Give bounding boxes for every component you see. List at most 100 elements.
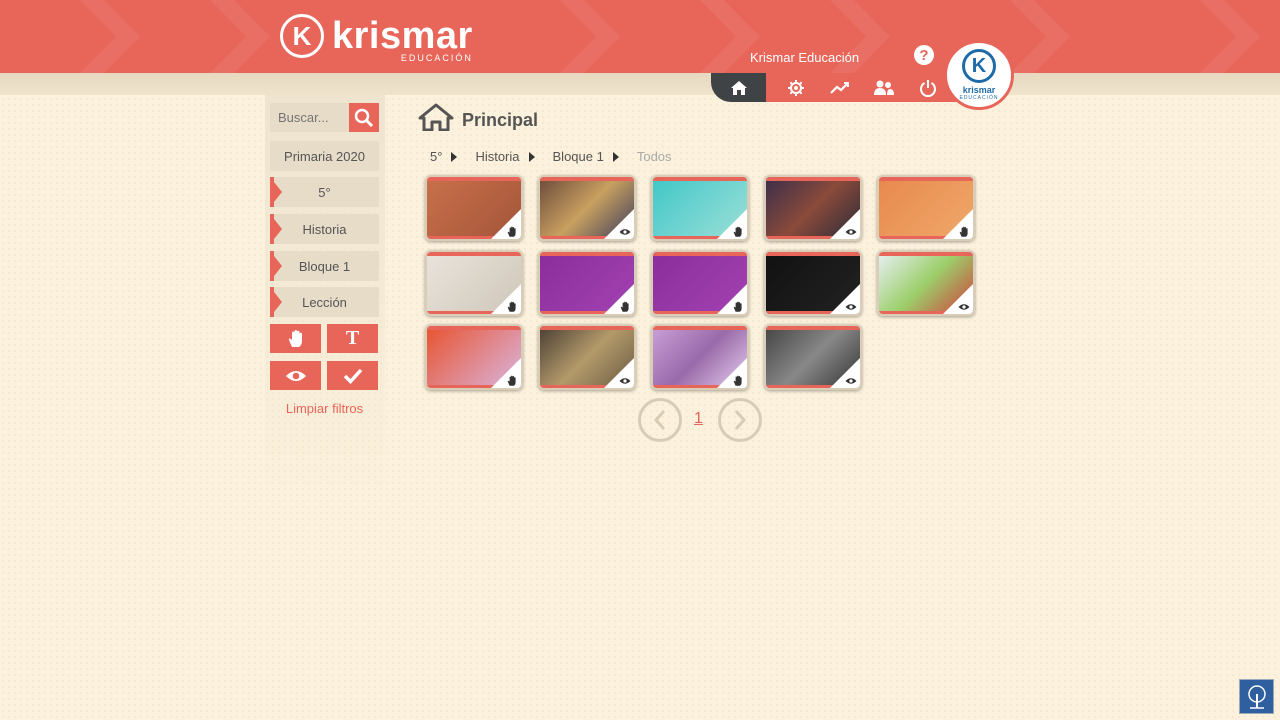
resource-card[interactable] xyxy=(538,324,636,390)
institution-logo xyxy=(1239,679,1274,714)
nav-settings-button[interactable] xyxy=(774,73,818,102)
page-heading: Principal xyxy=(418,103,538,131)
filter-interactive-button[interactable] xyxy=(270,324,321,353)
filter-grade[interactable]: 5° xyxy=(270,177,379,207)
breadcrumb-label: 5° xyxy=(430,149,443,164)
nav-stats-button[interactable] xyxy=(818,73,862,102)
resource-card[interactable] xyxy=(651,250,749,316)
card-top-bar xyxy=(427,177,521,181)
card-top-bar xyxy=(540,177,634,181)
card-progress-bar xyxy=(879,236,949,239)
filter-label: Primaria 2020 xyxy=(284,148,365,164)
caret-right-icon xyxy=(612,151,619,162)
eye-icon xyxy=(845,225,857,237)
page-number[interactable]: 1 xyxy=(694,410,703,428)
filter-lesson[interactable]: Lección xyxy=(270,287,379,317)
card-progress-bar xyxy=(540,385,610,388)
filter-check-button[interactable] xyxy=(327,361,378,390)
hand-icon xyxy=(732,374,744,386)
header-decoration xyxy=(1010,0,1070,73)
filter-label: Lección xyxy=(302,294,347,310)
hand-icon xyxy=(732,300,744,312)
pager-next-button[interactable] xyxy=(718,398,762,442)
card-top-bar xyxy=(766,177,860,181)
resource-card[interactable] xyxy=(764,175,862,241)
card-top-bar xyxy=(653,177,747,181)
main-nav xyxy=(711,73,961,102)
help-icon[interactable]: ? xyxy=(914,45,934,65)
resource-card[interactable] xyxy=(425,324,523,390)
hand-icon xyxy=(619,300,631,312)
pager-prev-button[interactable] xyxy=(638,398,682,442)
resource-card[interactable] xyxy=(651,324,749,390)
nav-users-button[interactable] xyxy=(862,73,906,102)
header-decoration xyxy=(1200,0,1260,73)
card-progress-bar xyxy=(427,385,497,388)
resource-card[interactable] xyxy=(425,250,523,316)
filter-view-button[interactable] xyxy=(270,361,321,390)
power-icon xyxy=(920,79,936,97)
card-top-bar xyxy=(427,326,521,330)
resource-card[interactable] xyxy=(764,250,862,316)
resource-card[interactable] xyxy=(877,175,975,241)
search-button[interactable] xyxy=(349,103,379,132)
breadcrumb-label: Bloque 1 xyxy=(552,149,604,164)
header-decoration xyxy=(210,0,270,73)
card-progress-bar xyxy=(540,236,610,239)
card-progress-bar xyxy=(427,311,497,314)
card-top-bar xyxy=(540,252,634,256)
filter-text-button[interactable]: T xyxy=(327,324,378,353)
card-top-bar xyxy=(653,252,747,256)
check-icon xyxy=(343,368,362,384)
breadcrumb-item[interactable]: 5° xyxy=(430,149,458,164)
breadcrumb-item[interactable]: Bloque 1 xyxy=(553,149,619,164)
card-progress-bar xyxy=(766,385,836,388)
chart-icon xyxy=(830,81,849,94)
card-top-bar xyxy=(540,326,634,330)
k-logo-icon: K xyxy=(962,49,996,83)
breadcrumb-label: Historia xyxy=(475,149,520,164)
card-progress-bar xyxy=(427,236,497,239)
card-top-bar xyxy=(879,177,973,181)
breadcrumb-item-current: Todos xyxy=(637,149,672,164)
subheader-bar xyxy=(0,73,1280,95)
nav-home-button[interactable] xyxy=(711,73,766,102)
krismar-logo[interactable]: K krismar EDUCACIÓN xyxy=(280,12,473,63)
search-icon xyxy=(354,108,374,127)
card-progress-bar xyxy=(879,311,949,314)
page-title: Principal xyxy=(462,110,539,130)
card-progress-bar xyxy=(653,385,723,388)
filter-subject[interactable]: Historia xyxy=(270,214,379,244)
resource-card[interactable] xyxy=(425,175,523,241)
caret-right-icon xyxy=(451,151,458,162)
eye-icon xyxy=(285,370,306,381)
avatar-sub: EDUCACIÓN xyxy=(959,95,999,101)
brand-sub: EDUCACIÓN xyxy=(400,53,473,63)
resource-card[interactable] xyxy=(538,175,636,241)
filter-label: Historia xyxy=(302,221,347,237)
text-icon: T xyxy=(345,327,360,349)
search-input[interactable] xyxy=(270,103,350,132)
resource-card[interactable] xyxy=(538,250,636,316)
filter-level[interactable]: Primaria 2020 xyxy=(270,141,379,171)
card-top-bar xyxy=(427,252,521,256)
avatar[interactable]: K krismar EDUCACIÓN xyxy=(944,40,1014,110)
k-logo-icon: K xyxy=(280,14,324,58)
eye-icon xyxy=(958,300,970,312)
chevron-left-icon xyxy=(653,410,666,430)
card-progress-bar xyxy=(540,311,610,314)
resource-card[interactable] xyxy=(651,175,749,241)
clear-filters-link[interactable]: Limpiar filtros xyxy=(270,401,379,416)
resource-card[interactable] xyxy=(877,250,975,316)
header-decoration xyxy=(80,0,140,73)
filter-block[interactable]: Bloque 1 xyxy=(270,251,379,281)
resource-card[interactable] xyxy=(764,324,862,390)
gear-icon xyxy=(788,79,804,96)
home-icon xyxy=(730,80,747,95)
breadcrumb-item[interactable]: Historia xyxy=(475,149,535,164)
home-icon xyxy=(418,103,454,131)
hand-icon xyxy=(958,225,970,237)
user-name: Krismar Educación xyxy=(750,50,860,65)
filter-label: Bloque 1 xyxy=(298,258,351,274)
eye-icon xyxy=(619,374,631,386)
